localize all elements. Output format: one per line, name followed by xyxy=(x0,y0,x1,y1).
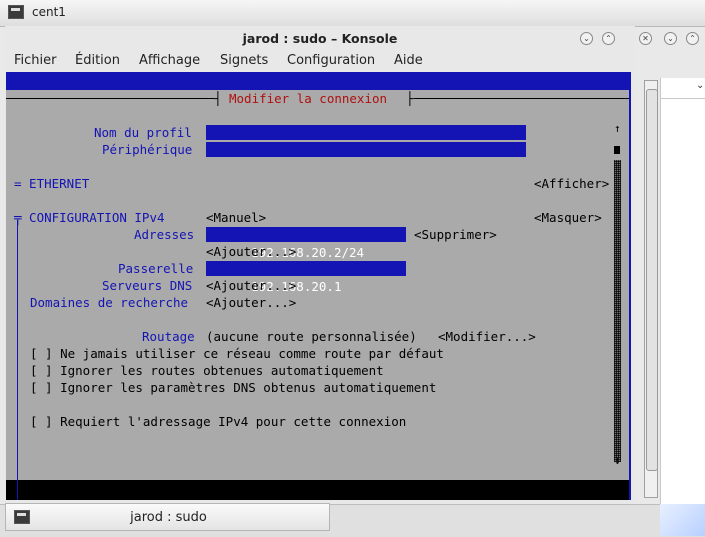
routing-label: Routage xyxy=(142,329,195,344)
ethernet-show-button[interactable]: <Afficher> xyxy=(534,175,609,192)
ipv4-mode-select[interactable]: <Manuel> xyxy=(206,209,266,226)
search-domains-label: Domaines de recherche xyxy=(30,295,189,310)
outer-window-titlebar: cent1 xyxy=(0,0,705,27)
ipv4-hide-button[interactable]: <Masquer> xyxy=(534,209,602,226)
tui-scrollbar[interactable]: ↑ ↓ xyxy=(613,120,622,467)
outer-window-title: cent1 xyxy=(32,5,66,19)
search-domains-add-button[interactable]: <Ajouter...> xyxy=(206,294,296,311)
konsole-title: jarod : sudo – Konsole xyxy=(242,31,398,46)
background-dropdown[interactable]: ⌄ xyxy=(660,78,705,99)
checkbox-ignore-auto-dns[interactable]: [ ] Ignorer les paramètres DNS obtenus a… xyxy=(30,379,436,396)
konsole-titlebar: jarod : sudo – Konsole ⌄ ⌃ ✕ ⌄ ⌃ xyxy=(5,26,699,50)
keep-above-button[interactable]: ⌃ xyxy=(602,32,615,45)
menu-fichier[interactable]: Fichier xyxy=(14,53,57,68)
frame-corner: ┤ xyxy=(214,91,222,106)
konsole-scroll-thumb[interactable] xyxy=(646,89,658,471)
menu-aide[interactable]: Aide xyxy=(394,53,423,68)
add-address-button[interactable]: <Ajouter...> xyxy=(206,243,296,260)
dns-label: Serveurs DNS xyxy=(102,278,193,293)
tui-top-bar xyxy=(6,72,631,90)
scroll-down-arrow-icon[interactable]: ↓ xyxy=(614,452,621,469)
tab-label: jarod : sudo xyxy=(130,510,207,525)
ethernet-section[interactable]: = ETHERNET xyxy=(14,175,89,192)
tab-jarod-sudo[interactable]: jarod : sudo xyxy=(5,503,330,531)
tui-scroll-thumb[interactable] xyxy=(614,146,620,154)
frame-corner: ├ xyxy=(406,91,414,106)
edit-connection-dialog: ┤ ├ Modifier la connexion Nom du profil … xyxy=(6,90,629,500)
delete-address-button[interactable]: <Supprimer> xyxy=(414,226,497,243)
addresses-label: Adresses xyxy=(134,227,195,242)
terminal-view[interactable]: ┤ ├ Modifier la connexion Nom du profil … xyxy=(6,72,631,500)
close-button[interactable]: ✕ xyxy=(639,32,652,45)
minimize-button[interactable]: ⌄ xyxy=(664,32,677,45)
keep-below-button[interactable]: ⌄ xyxy=(580,32,593,45)
background-window xyxy=(660,78,705,504)
menu-signets[interactable]: Signets xyxy=(220,53,268,68)
routing-modify-button[interactable]: <Modifier...> xyxy=(438,328,536,345)
menu-configuration[interactable]: Configuration xyxy=(287,53,375,68)
dns-add-button[interactable]: <Ajouter...> xyxy=(206,277,296,294)
gateway-input[interactable]: 192.168.20.1 xyxy=(206,261,406,294)
terminal-icon xyxy=(8,5,24,19)
address-input[interactable]: 192.168.20.2/24 xyxy=(206,227,406,260)
tui-scroll-track xyxy=(614,160,621,462)
maximize-button[interactable]: ⌃ xyxy=(686,32,699,45)
menu-edition[interactable]: Édition xyxy=(75,53,120,68)
scroll-up-arrow-icon[interactable]: ↑ xyxy=(614,120,621,137)
checkbox-ignore-auto-routes[interactable]: [ ] Ignorer les routes obtenues automati… xyxy=(30,362,384,379)
routing-value: (aucune route personnalisée) xyxy=(206,329,417,344)
gateway-label: Passerelle xyxy=(118,261,194,276)
checkbox-never-default-route[interactable]: [ ] Ne jamais utiliser ce réseau comme r… xyxy=(30,345,444,362)
dialog-frame-line xyxy=(414,98,629,99)
dialog-title: Modifier la connexion xyxy=(229,91,388,106)
menubar: Fichier Édition Affichage Signets Config… xyxy=(5,50,635,72)
profile-name-label: Nom du profil xyxy=(94,125,192,140)
device-input[interactable] xyxy=(206,142,526,157)
background-window-corner xyxy=(660,504,705,536)
chevron-down-icon: ⌄ xyxy=(696,80,705,91)
ipv4-section[interactable]: ╤ CONFIGURATION IPv4 xyxy=(14,209,165,226)
konsole-scrollbar[interactable] xyxy=(644,80,658,498)
menu-affichage[interactable]: Affichage xyxy=(139,53,200,68)
profile-name-input[interactable]: ens192 xyxy=(206,125,526,158)
device-label: Périphérique xyxy=(102,142,193,157)
ipv4-section-bracket xyxy=(17,220,18,500)
tui-right-edge xyxy=(629,72,631,500)
checkbox-require-ipv4[interactable]: [ ] Requiert l'adressage IPv4 pour cette… xyxy=(30,413,406,430)
tui-bottom-edge xyxy=(629,480,631,500)
dialog-frame-line xyxy=(6,98,214,99)
